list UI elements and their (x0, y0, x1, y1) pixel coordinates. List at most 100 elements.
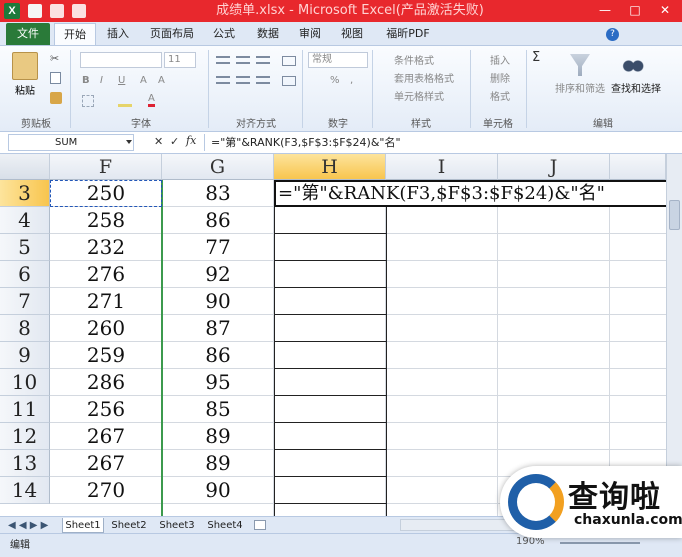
wrap-text-icon[interactable] (282, 56, 296, 66)
maximize-button[interactable]: □ (620, 0, 650, 20)
cell-g[interactable]: 92 (162, 261, 274, 288)
tab-data[interactable]: 数据 (250, 23, 286, 45)
bold-button[interactable]: B (82, 75, 90, 86)
font-size-dropdown[interactable]: 11 (164, 52, 196, 68)
tab-foxit-pdf[interactable]: 福昕PDF (380, 23, 436, 45)
cell-g[interactable]: 90 (162, 288, 274, 315)
cell-f[interactable]: 267 (50, 450, 162, 477)
row-header[interactable]: 13 (0, 450, 50, 477)
conditional-formatting-button[interactable]: 条件格式 (394, 52, 434, 67)
minimize-button[interactable]: — (590, 0, 620, 20)
cut-icon[interactable]: ✂ (50, 52, 59, 65)
sheet-tab-3[interactable]: Sheet3 (156, 518, 198, 533)
insert-function-icon[interactable]: fx (186, 134, 196, 147)
row-header[interactable]: 7 (0, 288, 50, 315)
tab-file[interactable]: 文件 (6, 23, 50, 45)
align-top-icon[interactable] (216, 56, 230, 64)
zoom-slider[interactable] (560, 542, 640, 544)
cell-f[interactable]: 232 (50, 234, 162, 261)
comma-button[interactable]: , (350, 75, 353, 86)
cell-f[interactable]: 286 (50, 369, 162, 396)
font-name-dropdown[interactable] (80, 52, 162, 68)
cell-f[interactable]: 259 (50, 342, 162, 369)
align-bottom-icon[interactable] (256, 56, 270, 64)
insert-cells-button[interactable]: 插入 (490, 52, 510, 67)
tab-insert[interactable]: 插入 (100, 23, 136, 45)
cell-f[interactable]: 267 (50, 423, 162, 450)
cell-f[interactable]: 260 (50, 315, 162, 342)
select-all-corner[interactable] (0, 154, 50, 180)
column-header-h[interactable]: H (274, 154, 386, 180)
tab-home[interactable]: 开始 (54, 23, 96, 45)
align-left-icon[interactable] (216, 76, 230, 84)
sheet-tab-2[interactable]: Sheet2 (108, 518, 150, 533)
sort-filter-button[interactable]: 排序和筛选 (552, 80, 608, 95)
cell-f[interactable]: 270 (50, 477, 162, 504)
row-header[interactable]: 14 (0, 477, 50, 504)
italic-button[interactable]: I (100, 75, 103, 86)
confirm-entry-icon[interactable]: ✓ (170, 135, 179, 148)
help-icon[interactable]: ? (606, 28, 619, 41)
undo-icon[interactable] (50, 4, 64, 18)
row-header[interactable]: 4 (0, 207, 50, 234)
row-header[interactable]: 10 (0, 369, 50, 396)
shrink-font-button[interactable]: A (158, 75, 165, 86)
cell-g[interactable]: 83 (162, 180, 274, 207)
column-header-next[interactable] (610, 154, 666, 180)
grow-font-button[interactable]: A (140, 75, 147, 86)
format-cells-button[interactable]: 格式 (490, 88, 510, 103)
formula-input[interactable]: ="第"&RANK(F3,$F$3:$F$24)&"名" (204, 134, 674, 151)
column-header-j[interactable]: J (498, 154, 610, 180)
number-format-dropdown[interactable]: 常规 (308, 52, 368, 68)
font-color-button[interactable]: A (148, 93, 155, 107)
row-header[interactable]: 9 (0, 342, 50, 369)
delete-cells-button[interactable]: 删除 (490, 70, 510, 85)
sheet-tab-1[interactable]: Sheet1 (62, 518, 104, 533)
paste-button[interactable]: 粘贴 (8, 82, 42, 97)
underline-button[interactable]: U (118, 75, 125, 86)
redo-icon[interactable] (72, 4, 86, 18)
cell-g[interactable]: 86 (162, 207, 274, 234)
row-header[interactable]: 6 (0, 261, 50, 288)
cell-g[interactable]: 89 (162, 423, 274, 450)
tab-view[interactable]: 视图 (334, 23, 370, 45)
paste-icon[interactable] (12, 52, 38, 80)
cell-g[interactable]: 85 (162, 396, 274, 423)
column-header-g[interactable]: G (162, 154, 274, 180)
insert-sheet-icon[interactable] (254, 520, 266, 530)
binoculars-icon[interactable] (622, 54, 644, 74)
name-box[interactable]: SUM (8, 134, 134, 151)
percent-button[interactable]: % (330, 75, 340, 86)
save-icon[interactable] (28, 4, 42, 18)
cell-f[interactable]: 256 (50, 396, 162, 423)
align-center-icon[interactable] (236, 76, 250, 84)
align-middle-icon[interactable] (236, 56, 250, 64)
cell-g[interactable]: 90 (162, 477, 274, 504)
cell-g[interactable]: 89 (162, 450, 274, 477)
tab-review[interactable]: 审阅 (292, 23, 328, 45)
format-as-table-button[interactable]: 套用表格格式 (394, 70, 454, 85)
cancel-entry-icon[interactable]: ✕ (154, 135, 163, 148)
row-header[interactable]: 8 (0, 315, 50, 342)
tab-formulas[interactable]: 公式 (206, 23, 242, 45)
cell-g[interactable]: 87 (162, 315, 274, 342)
close-button[interactable]: ✕ (650, 0, 680, 20)
cell-f[interactable]: 271 (50, 288, 162, 315)
cell-g[interactable]: 77 (162, 234, 274, 261)
cell-styles-button[interactable]: 单元格样式 (394, 88, 444, 103)
merge-center-icon[interactable] (282, 76, 296, 86)
autosum-button[interactable]: Σ (532, 50, 540, 65)
cell-g[interactable]: 95 (162, 369, 274, 396)
active-cell-editor[interactable]: ="第"&RANK(F3,$F$3:$F$24)&"名" (274, 180, 666, 207)
sheet-tab-4[interactable]: Sheet4 (204, 518, 246, 533)
cell-f[interactable]: 276 (50, 261, 162, 288)
fill-color-icon[interactable] (118, 95, 132, 107)
name-box-dropdown-icon[interactable] (126, 140, 132, 144)
row-header[interactable]: 3 (0, 180, 50, 207)
sheet-nav-icon[interactable]: ◀ ◀ ▶ ▶ (8, 518, 48, 533)
tab-page-layout[interactable]: 页面布局 (144, 23, 200, 45)
row-header[interactable]: 12 (0, 423, 50, 450)
find-select-button[interactable]: 查找和选择 (608, 80, 664, 95)
align-right-icon[interactable] (256, 76, 270, 84)
scroll-thumb[interactable] (669, 200, 680, 230)
